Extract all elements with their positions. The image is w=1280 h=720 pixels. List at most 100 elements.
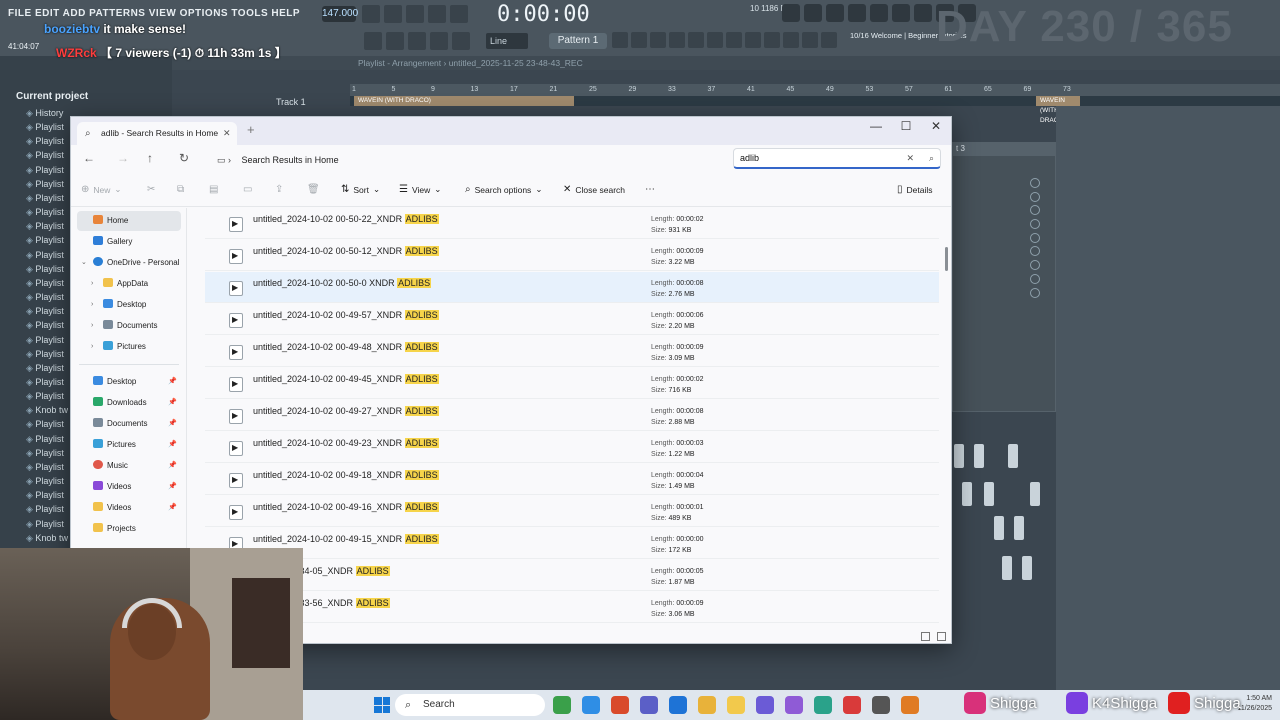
browser-item[interactable]: Knob tw <box>26 531 68 545</box>
playlist-ruler[interactable] <box>350 84 1280 96</box>
browser-item[interactable]: Playlist <box>26 276 68 290</box>
close-search-button[interactable]: ✕ Close search <box>563 184 625 195</box>
sidebar-item-gallery[interactable]: Gallery <box>77 232 181 252</box>
pin-icon[interactable]: 📌 <box>168 414 177 434</box>
copy-icon[interactable]: ⧉ <box>177 184 184 195</box>
sidebar-item-downloads[interactable]: Downloads 📌 <box>77 393 181 413</box>
audio-clip[interactable]: WAVEIN (WITH DRACO) <box>1036 96 1080 124</box>
chevron-right-icon[interactable]: › <box>91 337 93 357</box>
taskbar-app-icon[interactable] <box>698 696 716 714</box>
file-row[interactable]: untitled_2024-10-02 00-50-0 XNDR ADLIBS L… <box>205 272 939 303</box>
browser-item[interactable]: Playlist <box>26 134 68 148</box>
pin-icon[interactable]: 📌 <box>168 498 177 518</box>
browser-item[interactable]: Playlist <box>26 333 68 347</box>
sidebar-item-documents-pinned[interactable]: Documents 📌 <box>77 414 181 434</box>
sidebar-item-desktop-pinned[interactable]: Desktop 📌 <box>77 372 181 392</box>
close-window-button[interactable]: ✕ <box>921 119 951 133</box>
browser-item[interactable]: Playlist <box>26 163 68 177</box>
browser-item[interactable]: Playlist <box>26 361 68 375</box>
file-row[interactable]: untitled_2024-10-02 00-49-18_XNDR ADLIBS… <box>205 464 939 495</box>
sidebar-item-home[interactable]: Home <box>77 211 181 231</box>
sidebar-item-music[interactable]: Music 📌 <box>77 456 181 476</box>
explorer-tab[interactable]: ⌕ adlib - Search Results in Home ✕ <box>77 122 237 145</box>
browser-item[interactable]: Playlist <box>26 233 68 247</box>
sidebar-item-appdata[interactable]: › AppData <box>77 274 181 294</box>
taskbar-app-icon[interactable] <box>901 696 919 714</box>
browser-item[interactable]: Playlist <box>26 177 68 191</box>
browser-item[interactable]: Playlist <box>26 347 68 361</box>
new-button[interactable]: ⊕ New ⌄ <box>81 184 122 195</box>
browser-item[interactable]: Playlist <box>26 248 68 262</box>
snap-mode-select[interactable]: Line <box>486 33 528 49</box>
browser-item[interactable]: Playlist <box>26 148 68 162</box>
details-view-icon[interactable] <box>921 632 930 641</box>
search-icon[interactable]: ⌕ <box>929 149 934 168</box>
browser-item[interactable]: Playlist <box>26 191 68 205</box>
tiles-view-icon[interactable] <box>937 632 946 641</box>
file-row[interactable]: untitled_2024-10-02 00-49-45_XNDR ADLIBS… <box>205 368 939 399</box>
address-bar[interactable]: ▭ › Search Results in Home <box>207 149 727 171</box>
sidebar-item-videos[interactable]: Videos 📌 <box>77 477 181 497</box>
search-options-button[interactable]: ⌕ Search options ⌄ <box>465 184 542 195</box>
close-icon[interactable]: ✕ <box>223 122 231 145</box>
taskbar-app-icon[interactable] <box>553 696 571 714</box>
pattern-selector[interactable]: Pattern 1 <box>549 33 607 49</box>
fl-transport-buttons[interactable] <box>362 5 468 23</box>
refresh-icon[interactable]: ↻ <box>179 151 189 165</box>
tempo-display[interactable]: 147.000 <box>322 6 358 22</box>
view-button[interactable]: ☰ View ⌄ <box>399 184 441 195</box>
browser-item[interactable]: Playlist <box>26 517 68 531</box>
pinned-apps[interactable] <box>553 696 919 714</box>
forward-arrow-icon[interactable]: → <box>117 151 129 165</box>
file-row[interactable]: untitled_2024-10-02 00-49-48_XNDR ADLIBS… <box>205 336 939 367</box>
maximize-button[interactable]: ☐ <box>891 119 921 133</box>
taskbar-app-icon[interactable] <box>640 696 658 714</box>
taskbar-app-icon[interactable] <box>669 696 687 714</box>
sidebar-item-desktop[interactable]: › Desktop <box>77 295 181 315</box>
sidebar-item-projects[interactable]: Projects <box>77 519 181 539</box>
pin-icon[interactable]: 📌 <box>168 393 177 413</box>
cut-icon[interactable]: ✂ <box>147 184 155 195</box>
taskbar-app-icon[interactable] <box>611 696 629 714</box>
sort-button[interactable]: ⇅ Sort ⌄ <box>341 184 380 195</box>
audio-clip[interactable]: WAVEIN (WITH DRACO) <box>354 96 574 106</box>
file-row[interactable]: 4-09-17 00-33-56_XNDR ADLIBSLength: 00:0… <box>205 592 939 623</box>
file-row[interactable]: untitled_2024-10-02 00-49-27_XNDR ADLIBS… <box>205 400 939 431</box>
browser-item[interactable]: Playlist <box>26 304 68 318</box>
file-row[interactable]: untitled_2024-10-02 00-49-23_XNDR ADLIBS… <box>205 432 939 463</box>
file-row[interactable]: untitled_2024-10-02 00-50-12_XNDR ADLIBS… <box>205 240 939 271</box>
file-row[interactable]: untitled_2024-10-02 00-49-57_XNDR ADLIBS… <box>205 304 939 335</box>
browser-item[interactable]: Playlist <box>26 262 68 276</box>
clear-search-icon[interactable]: ✕ <box>906 149 914 168</box>
details-button[interactable]: ▯ Details <box>897 184 933 195</box>
explorer-title-bar[interactable]: ⌕ adlib - Search Results in Home ✕ + — ☐… <box>71 117 951 145</box>
scrollbar-thumb[interactable] <box>945 247 948 271</box>
back-arrow-icon[interactable]: ← <box>83 151 95 165</box>
chevron-right-icon[interactable]: › <box>91 295 93 315</box>
pin-icon[interactable]: 📌 <box>168 456 177 476</box>
channel-knobs[interactable] <box>1030 178 1040 301</box>
taskbar-app-icon[interactable] <box>727 696 745 714</box>
taskbar-app-icon[interactable] <box>814 696 832 714</box>
browser-item[interactable]: Playlist <box>26 488 68 502</box>
channel-rack-panel[interactable] <box>952 142 1056 412</box>
taskbar-app-icon[interactable] <box>756 696 774 714</box>
file-row[interactable]: 4-09-17 00-34-05_XNDR ADLIBSLength: 00:0… <box>205 560 939 591</box>
sidebar-item-onedrive[interactable]: ⌄ OneDrive - Personal <box>77 253 181 273</box>
browser-item[interactable]: Playlist <box>26 432 68 446</box>
delete-icon[interactable]: 🗑 <box>307 184 320 195</box>
chevron-right-icon[interactable]: › <box>91 274 93 294</box>
taskbar-app-icon[interactable] <box>843 696 861 714</box>
sidebar-item-pictures[interactable]: › Pictures <box>77 337 181 357</box>
pin-icon[interactable]: 📌 <box>168 435 177 455</box>
taskbar-app-icon[interactable] <box>785 696 803 714</box>
taskbar-app-icon[interactable] <box>582 696 600 714</box>
browser-item[interactable]: Knob tw <box>26 403 68 417</box>
more-options-icon[interactable]: ⋯ <box>645 184 655 195</box>
minimize-button[interactable]: — <box>861 119 891 133</box>
taskbar-search[interactable]: ⌕ Search <box>395 694 545 716</box>
browser-item[interactable]: Playlist <box>26 375 68 389</box>
browser-list[interactable]: HistoryPlaylistPlaylistPlaylistPlaylistP… <box>26 106 68 545</box>
file-list[interactable]: untitled_2024-10-02 00-50-22_XNDR ADLIBS… <box>199 208 941 628</box>
fl-tool-buttons[interactable] <box>364 32 470 50</box>
